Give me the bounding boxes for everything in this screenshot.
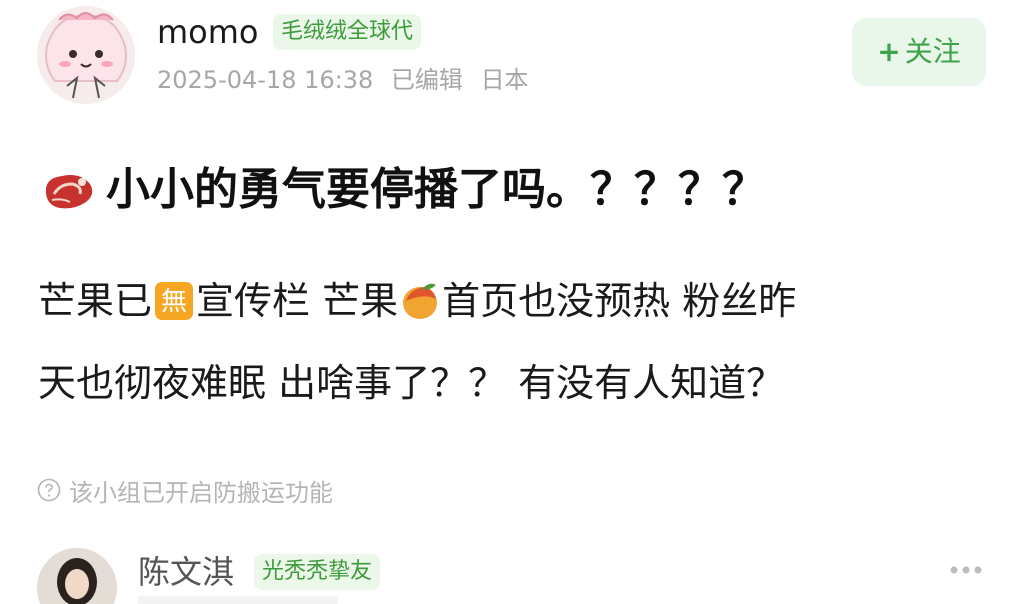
author-name[interactable]: momo: [157, 12, 259, 52]
commenter-badge[interactable]: 光秃秃挚友: [254, 554, 381, 590]
post-timestamp: 2025-04-18 16:38: [157, 66, 374, 94]
anti-repost-notice: 该小组已开启防搬运功能: [37, 474, 333, 507]
body-line: 天也彻夜难眠 出啥事了？？ 有没有人知道？: [38, 362, 978, 404]
body-line: 芒果已 無 宣传栏 芒果 首页也没预热 粉丝昨: [38, 280, 978, 322]
more-options-icon[interactable]: [946, 556, 986, 584]
person-avatar-icon: [37, 548, 117, 604]
post-meta: 2025-04-18 16:38 已编辑 日本: [157, 64, 539, 96]
follow-label: 关注: [904, 35, 961, 68]
question-circle-icon: [37, 478, 61, 502]
mango-emoji-icon: [403, 283, 438, 319]
svg-text:無: 無: [161, 287, 187, 317]
notice-text: 该小组已开启防搬运功能: [69, 478, 333, 507]
wu-square-emoji-icon: 無: [155, 282, 194, 320]
post-title-text: 小小的勇气要停播了吗。？？？？: [106, 164, 766, 215]
steak-emoji-icon: [45, 175, 93, 209]
body-text: 首页也没预热 粉丝昨: [442, 279, 797, 323]
plus-icon: +: [877, 35, 901, 68]
author-avatar[interactable]: [37, 6, 135, 104]
follow-button[interactable]: + 关注: [852, 18, 986, 86]
post-title: 小小的勇气要停播了吗。？？？？: [40, 160, 766, 220]
cartoon-avatar-icon: [37, 6, 135, 104]
post-body: 芒果已 無 宣传栏 芒果 首页也没预热 粉丝昨 天也彻夜难眠 出啥事了？？ 有没…: [38, 280, 978, 444]
commenter-name[interactable]: 陈文淇: [138, 552, 234, 592]
body-text: 芒果已: [38, 279, 153, 323]
post-location: 日本: [480, 66, 529, 94]
body-text: 宣传栏 芒果: [196, 279, 399, 323]
group-badge[interactable]: 毛绒绒全球代: [273, 14, 422, 50]
edited-label: 已编辑: [390, 66, 463, 94]
body-text: 天也彻夜难眠 出啥事了？？ 有没有人知道？: [38, 361, 785, 405]
post-page: momo 毛绒绒全球代 2025-04-18 16:38 已编辑 日本 + 关注 …: [0, 0, 1024, 604]
comment-text-clipped: [138, 596, 338, 604]
commenter-avatar[interactable]: [37, 548, 117, 604]
